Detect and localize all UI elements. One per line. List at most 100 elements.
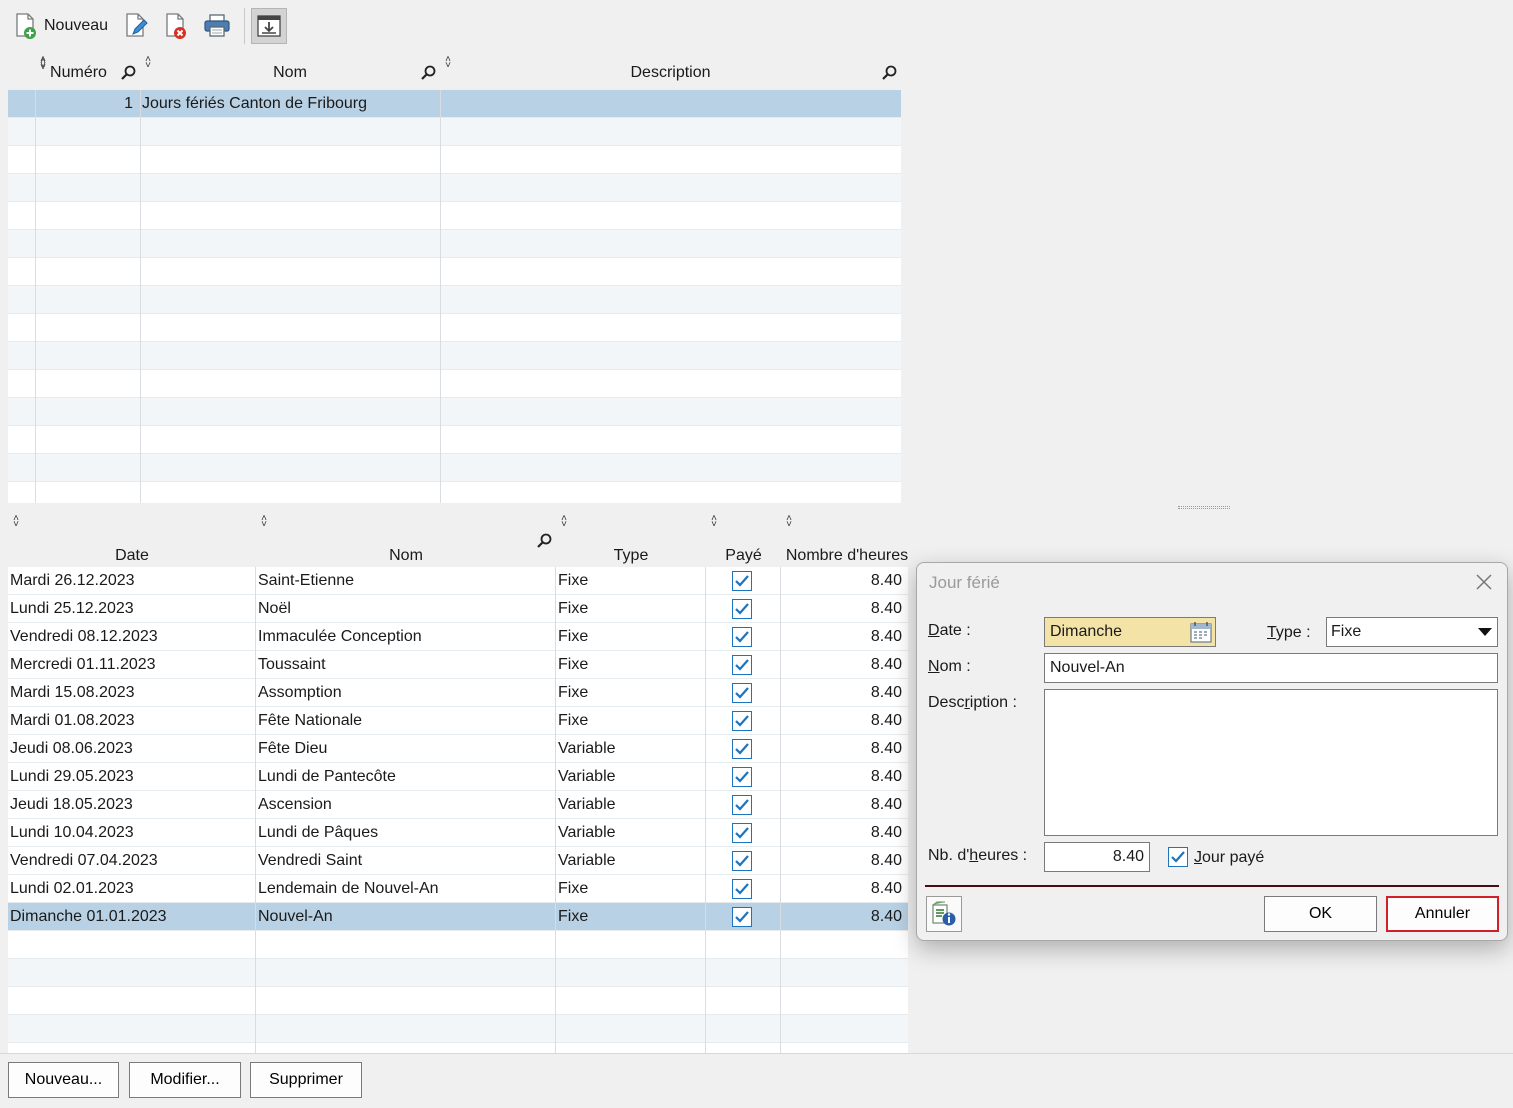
- edit-holiday-button[interactable]: Modifier...: [129, 1062, 241, 1098]
- table-row[interactable]: Vendredi 08.12.2023 Immaculée Conception F…: [8, 623, 908, 651]
- table-row[interactable]: [8, 314, 901, 342]
- search-icon[interactable]: [536, 533, 552, 549]
- cell-nom: Toussaint: [258, 656, 326, 673]
- cell-date: Vendredi 08.12.2023: [10, 628, 158, 645]
- paid-checkbox[interactable]: [732, 683, 752, 703]
- table-row[interactable]: [8, 398, 901, 426]
- sort-icon: ˄ ˅: [561, 513, 567, 530]
- table-row[interactable]: [8, 146, 901, 174]
- table-row[interactable]: Jeudi 18.05.2023 Ascension Variable 8.40: [8, 791, 908, 819]
- column-header-nom[interactable]: ˄ ˅ Nom: [140, 54, 440, 90]
- paid-checkbox[interactable]: [732, 599, 752, 619]
- table-row[interactable]: [8, 426, 901, 454]
- paid-checkbox[interactable]: [732, 907, 752, 927]
- table-row[interactable]: Vendredi 07.04.2023 Vendredi Saint Variabl…: [8, 847, 908, 875]
- splitter[interactable]: [0, 503, 1513, 513]
- export-toggle-button[interactable]: [251, 8, 288, 44]
- delete-holiday-button[interactable]: Supprimer: [250, 1062, 362, 1098]
- paid-checkbox[interactable]: [1168, 847, 1188, 867]
- cancel-button[interactable]: Annuler: [1386, 896, 1499, 932]
- column-header-nom[interactable]: ˄ ˅ Nom: [256, 513, 556, 567]
- paid-checkbox[interactable]: [732, 851, 752, 871]
- paid-checkbox[interactable]: [732, 823, 752, 843]
- table-row[interactable]: Mercredi 01.11.2023 Toussaint Fixe 8.40: [8, 651, 908, 679]
- print-button[interactable]: [200, 8, 234, 44]
- checkmark-icon: [735, 631, 749, 643]
- paid-checkbox[interactable]: [732, 627, 752, 647]
- edit-button[interactable]: [120, 8, 152, 44]
- paid-checkbox[interactable]: [732, 767, 752, 787]
- cell-heures: 8.40: [870, 572, 902, 589]
- column-header-label: Nom: [273, 64, 307, 81]
- paid-checkbox[interactable]: [732, 739, 752, 759]
- table-row[interactable]: Dimanche 01.01.2023 Nouvel-An Fixe 8.40: [8, 903, 908, 931]
- description-field[interactable]: [1044, 689, 1498, 836]
- column-header-numero[interactable]: ˄ ˅ Numéro: [35, 54, 140, 90]
- type-select[interactable]: Fixe: [1326, 617, 1498, 647]
- table-row[interactable]: [8, 931, 908, 959]
- table-row[interactable]: [8, 118, 901, 146]
- table-row[interactable]: Lundi 02.01.2023 Lendemain de Nouvel-An Fi…: [8, 875, 908, 903]
- table-row[interactable]: Lundi 10.04.2023 Lundi de Pâques Variable 8…: [8, 819, 908, 847]
- table-row[interactable]: [8, 1015, 908, 1043]
- table-row[interactable]: [8, 370, 901, 398]
- table-row[interactable]: [8, 1043, 908, 1053]
- table-row[interactable]: Jeudi 08.06.2023 Fête Dieu Variable 8.40: [8, 735, 908, 763]
- info-button[interactable]: [926, 896, 962, 932]
- table-row[interactable]: [8, 174, 901, 202]
- table-row[interactable]: Lundi 29.05.2023 Lundi de Pantecôte Variab…: [8, 763, 908, 791]
- column-header-date[interactable]: ˄ ˅ Date: [8, 513, 256, 567]
- table-row[interactable]: [8, 202, 901, 230]
- delete-button[interactable]: [160, 8, 192, 44]
- cell-heures: 8.40: [870, 908, 902, 925]
- cell-heures: 8.40: [870, 712, 902, 729]
- date-field-value: Dimanche: [1050, 623, 1123, 640]
- column-header-heures[interactable]: ˄ ˅ Nombre d'heures: [781, 513, 913, 567]
- table-row[interactable]: Mardi 15.08.2023 Assomption Fixe 8.40: [8, 679, 908, 707]
- name-field[interactable]: Nouvel-An: [1044, 653, 1498, 683]
- paid-checkbox[interactable]: [732, 795, 752, 815]
- download-tray-icon: [257, 15, 281, 37]
- search-icon[interactable]: [120, 65, 136, 81]
- new-holiday-button[interactable]: Nouveau...: [8, 1062, 119, 1098]
- paid-checkbox[interactable]: [732, 711, 752, 731]
- type-label-accesskey: T: [1267, 624, 1276, 641]
- ok-button[interactable]: OK: [1264, 896, 1377, 932]
- hours-field[interactable]: 8.40: [1044, 842, 1150, 872]
- date-field[interactable]: Dimanche: [1044, 617, 1216, 647]
- table-row[interactable]: Lundi 25.12.2023 Noël Fixe 8.40: [8, 595, 908, 623]
- type-label: Type :: [1267, 624, 1311, 642]
- search-icon[interactable]: [420, 65, 436, 81]
- table-row[interactable]: Mardi 01.08.2023 Fête Nationale Fixe 8.40: [8, 707, 908, 735]
- table-row[interactable]: [8, 342, 901, 370]
- table-row[interactable]: [8, 959, 908, 987]
- table-row[interactable]: [8, 987, 908, 1015]
- column-header-type[interactable]: ˄ ˅ Type: [556, 513, 706, 567]
- calendar-icon[interactable]: [1190, 621, 1212, 643]
- description-label: Description :: [928, 694, 1017, 712]
- search-icon[interactable]: [881, 65, 897, 81]
- new-button[interactable]: Nouveau: [10, 8, 112, 44]
- new-button-label: Nouveau: [44, 17, 109, 34]
- close-icon[interactable]: [1473, 571, 1495, 593]
- cell-type: Variable: [558, 740, 616, 757]
- paid-label[interactable]: Jour payé: [1194, 849, 1264, 867]
- table-row[interactable]: 1 Jours fériés Canton de Fribourg: [8, 90, 901, 118]
- table-row[interactable]: [8, 230, 901, 258]
- paid-checkbox[interactable]: [732, 655, 752, 675]
- checkmark-icon: [735, 715, 749, 727]
- paid-checkbox[interactable]: [732, 879, 752, 899]
- table-row[interactable]: [8, 454, 901, 482]
- column-header-paye[interactable]: ˄ ˅ Payé: [706, 513, 781, 567]
- paid-checkbox[interactable]: [732, 571, 752, 591]
- column-header-description[interactable]: ˄ ˅ Description: [440, 54, 901, 90]
- table-row[interactable]: [8, 286, 901, 314]
- sort-icon: ˄ ˅: [261, 513, 267, 530]
- table-row[interactable]: Mardi 26.12.2023 Saint-Etienne Fixe 8.40: [8, 567, 908, 595]
- checkmark-icon: [735, 575, 749, 587]
- table-row[interactable]: [8, 258, 901, 286]
- cell-date: Lundi 25.12.2023: [10, 600, 134, 617]
- plans-grid: ˄ ˅ Numéro ˄ ˅ Nom ˄ ˅ Description ˄ ˅ 1 Jour…: [8, 54, 1513, 503]
- cell-description: [444, 90, 894, 118]
- table-row[interactable]: [8, 482, 901, 503]
